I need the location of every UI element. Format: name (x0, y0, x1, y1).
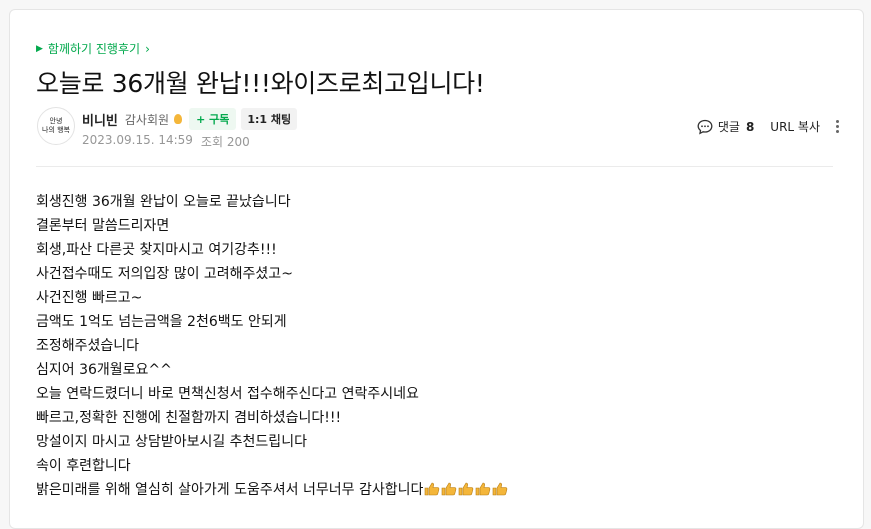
thumbs-up-icon (476, 482, 491, 496)
content-line: 금액도 1억도 넘는금액을 2천6백도 안되게 (36, 314, 287, 330)
comment-button[interactable]: 댓글 8 (697, 118, 754, 135)
grade-medal-icon (174, 114, 183, 124)
content-line: 회생진행 36개월 완납이 오늘로 끝났습니다 (36, 194, 291, 210)
content-line: 오늘 연락드렸더니 바로 면책신청서 접수해주신다고 연락주시네요 (36, 386, 419, 402)
avatar-text-line-2: 나의 행복 (42, 126, 70, 134)
more-vertical-icon[interactable] (834, 118, 841, 135)
post-card: ▶ 함께하기 진행후기 › 오늘로 36개월 완납!!!와이즈로최고입니다! 안… (9, 9, 864, 529)
content-line: 사건접수때도 저의입장 많이 고려해주셨고~ (36, 266, 293, 282)
content-line: 속이 후련합니다 (36, 458, 131, 474)
content-line: 심지어 36개월로요^^ (36, 362, 172, 378)
divider (36, 166, 833, 167)
thumbs-up-group (424, 482, 508, 496)
comment-icon (697, 119, 713, 134)
avatar[interactable]: 안녕 나의 행복 (37, 107, 75, 145)
play-triangle-icon: ▶ (36, 43, 43, 54)
post-tools: 댓글 8 URL 복사 (697, 118, 841, 135)
content-line-last: 밝은미래를 위해 열심히 살아가게 도움주셔서 너무너무 감사합니다 (36, 478, 508, 502)
post-date: 2023.09.15. 14:59 (82, 133, 193, 147)
url-copy-button[interactable]: URL 복사 (770, 118, 820, 135)
category-label: 함께하기 진행후기 (47, 42, 141, 56)
content-line: 빠르고,정확한 진행에 친절함까지 겸비하셨습니다!!! (36, 410, 342, 426)
content-line: 회생,파산 다른곳 찾지마시고 여기강추!!! (36, 242, 277, 258)
chevron-right-icon: › (145, 41, 150, 56)
chat-button[interactable]: 1:1 채팅 (241, 108, 298, 130)
thumbs-up-icon (425, 482, 440, 496)
post-meta: 2023.09.15. 14:59 조회 200 (82, 133, 250, 150)
content-line: 결론부터 말씀드리자면 (36, 218, 170, 234)
content-line: 망설이지 마시고 상담받아보시길 추천드립니다 (36, 434, 307, 450)
author-row: 비니빈 감사회원 + 구독 1:1 채팅 (82, 108, 298, 130)
post-title: 오늘로 36개월 완납!!!와이즈로최고입니다! (36, 69, 485, 98)
subscribe-button[interactable]: + 구독 (189, 108, 237, 130)
thumbs-up-icon (442, 482, 457, 496)
comment-label: 댓글 (717, 120, 740, 134)
post-views: 조회 200 (200, 135, 250, 149)
content-line: 조정해주셨습니다 (36, 338, 140, 354)
thumbs-up-icon (459, 482, 474, 496)
author-name[interactable]: 비니빈 (82, 110, 118, 129)
thumbs-up-icon (493, 482, 508, 496)
avatar-text-line-1: 안녕 (49, 117, 63, 125)
comment-count: 8 (745, 119, 755, 134)
author-grade: 감사회원 (124, 112, 170, 127)
category-link[interactable]: ▶ 함께하기 진행후기 › (36, 40, 150, 57)
post-content: 회생진행 36개월 완납이 오늘로 끝났습니다 결론부터 말씀드리자면 회생,파… (36, 190, 508, 502)
content-line-text: 밝은미래를 위해 열심히 살아가게 도움주셔서 너무너무 감사합니다 (36, 482, 424, 498)
content-line: 사건진행 빠르고~ (36, 290, 143, 306)
